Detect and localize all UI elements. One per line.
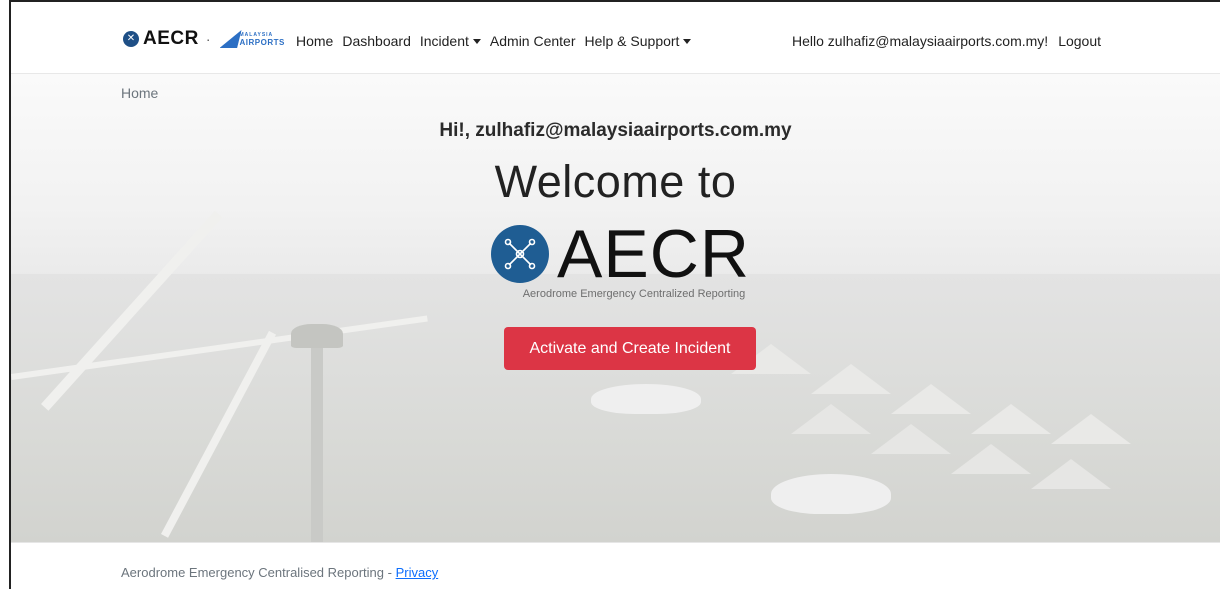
nav-incident-dropdown[interactable]: Incident [420,33,481,49]
brand-logo[interactable]: AECR · MALAYSIA AIRPORTS [123,28,284,50]
main-nav: Home Dashboard Incident Admin Center Hel… [296,33,700,49]
footer-caption: Aerodrome Emergency Centralised Reportin… [121,565,396,580]
nav-admin-center-label: Admin Center [489,33,576,49]
logo-tagline: Aerodrome Emergency Centralized Reportin… [522,288,746,300]
caret-down-icon [472,38,481,44]
nav-dashboard[interactable]: Dashboard [342,33,411,49]
nav-admin-center[interactable]: Admin Center [490,33,576,49]
footer: Aerodrome Emergency Centralised Reportin… [11,542,1220,589]
nav-dashboard-label: Dashboard [342,33,411,49]
welcome-heading: Welcome to [494,156,737,207]
caret-down-icon [683,38,692,44]
brand-separator: · [205,31,211,47]
hero-section: Home Hi!, zulhafiz@malaysiaairports.com.… [11,74,1220,542]
user-hi-heading: Hi!, zulhafiz@malaysiaairports.com.my [439,120,792,141]
privacy-link[interactable]: Privacy [396,565,439,580]
user-greeting[interactable]: Hello zulhafiz@malaysiaairports.com.my! [792,33,1048,49]
nav-incident-label: Incident [419,33,469,49]
nav-help-support-label: Help & Support [584,33,680,49]
malaysia-airports-logo-icon: MALAYSIA AIRPORTS [218,29,284,49]
breadcrumb[interactable]: Home [121,85,158,101]
nav-home-label: Home [296,33,334,49]
aecr-logo: AECR Aerodrome Emergency Centralized Rep… [491,218,791,304]
nav-home[interactable]: Home [296,33,333,49]
app-window: AECR · MALAYSIA AIRPORTS Home Dashboard … [9,0,1220,589]
user-nav: Hello zulhafiz@malaysiaairports.com.my! … [792,33,1101,49]
activate-create-incident-button[interactable]: Activate and Create Incident [504,327,756,370]
top-navbar: AECR · MALAYSIA AIRPORTS Home Dashboard … [11,2,1220,74]
brand-name: AECR [143,28,199,49]
partner-logo-bottom: AIRPORTS [239,38,285,47]
footer-text: Aerodrome Emergency Centralised Reportin… [121,565,438,580]
logout-link[interactable]: Logout [1058,33,1101,49]
network-hub-icon [491,225,549,283]
nav-help-support-dropdown[interactable]: Help & Support [585,33,692,49]
airport-wing-icon [219,30,242,48]
logo-wordmark: AECR [557,216,750,292]
aecr-badge-icon [123,31,139,47]
